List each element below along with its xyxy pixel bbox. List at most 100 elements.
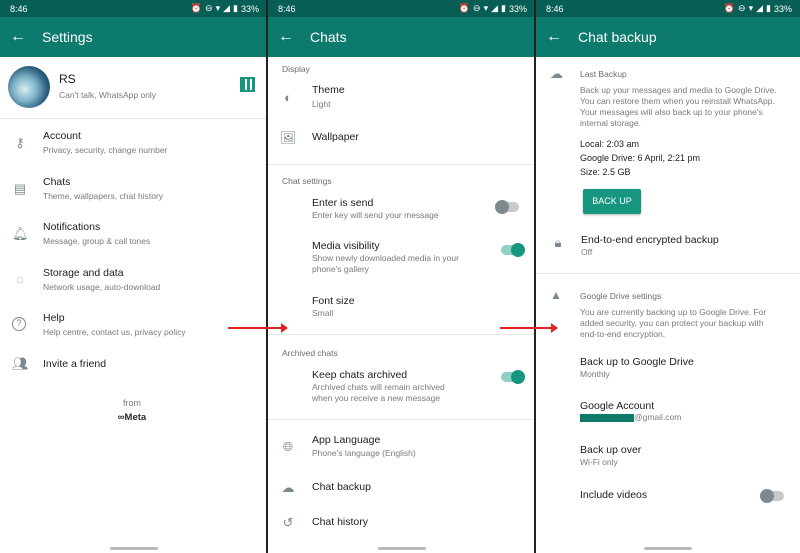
chats-item-enter-send[interactable]: Enter is send Enter key will send your m…: [268, 195, 535, 223]
back-arrow-icon[interactable]: ←: [546, 28, 576, 46]
status-bar: 8:46 ⏰ ⊖ ▾ ◢ ▮ 33%: [0, 0, 267, 17]
divider: [268, 334, 535, 335]
settings-item-invite[interactable]: 👥︎ Invite a friend: [0, 354, 267, 376]
backup-item-google-account[interactable]: Google Account @gmail.com: [536, 398, 800, 426]
signal-icon: ◢: [756, 3, 764, 13]
storage-icon: ◌: [16, 272, 24, 287]
lock-icon: 🔒︎: [554, 235, 562, 250]
divider: [0, 118, 267, 119]
globe-icon: 🌐︎: [282, 439, 294, 454]
annotation-arrow: [500, 323, 558, 333]
status-time: 8:46: [278, 3, 296, 14]
backup-item-include-videos[interactable]: Include videos: [536, 487, 800, 507]
chats-item-chat-backup[interactable]: ☁ Chat backup: [268, 478, 535, 498]
backup-item-network[interactable]: Back up over Wi-Fi only: [536, 442, 800, 470]
status-time: 8:46: [546, 3, 564, 14]
profile-status: Can't talk, WhatsApp only: [59, 90, 157, 100]
backup-description: You can restore them when you reinstall …: [580, 96, 775, 106]
item-label: Font size: [312, 295, 355, 307]
item-label: End-to-end encrypted backup: [581, 234, 719, 246]
item-label: Google Account: [580, 400, 655, 412]
status-bar: 8:46 ⏰ ⊖ ▾ ◢ ▮ 33%: [536, 0, 800, 17]
chats-item-wallpaper[interactable]: 🖼︎ Wallpaper: [268, 128, 535, 148]
item-label: Chat backup: [312, 481, 371, 493]
profile-row[interactable]: RS Can't talk, WhatsApp only: [0, 57, 267, 117]
status-time: 8:46: [10, 3, 28, 14]
profile-name: RS: [59, 72, 76, 86]
settings-item-storage[interactable]: ◌ Storage and data Network usage, auto-d…: [0, 265, 267, 299]
dnd-icon: ⊖: [473, 3, 481, 13]
item-sub: Off: [581, 247, 593, 257]
wifi-icon: ▾: [215, 3, 221, 13]
app-bar: ← Chat backup: [536, 17, 800, 57]
status-bar: 8:46 ⏰ ⊖ ▾ ◢ ▮ 33%: [268, 0, 535, 17]
divider: [268, 164, 535, 165]
section-gdrive-settings: Google Drive settings: [580, 291, 662, 301]
back-up-button[interactable]: BACK UP: [583, 189, 641, 214]
cloud-upload-icon: ☁: [550, 66, 563, 81]
app-bar: ← Settings: [0, 17, 267, 57]
item-sub: Light: [312, 99, 331, 109]
chats-item-font-size[interactable]: Font size Small: [268, 293, 535, 321]
settings-item-label: Invite a friend: [43, 358, 107, 370]
item-sub: Archived chats will remain archived: [312, 382, 445, 392]
chats-item-app-language[interactable]: 🌐︎ App Language Phone's language (Englis…: [268, 432, 535, 460]
meta-logo: ∞Meta: [117, 412, 147, 423]
item-sub: Monthly: [580, 369, 610, 379]
wifi-icon: ▾: [483, 3, 489, 13]
alarm-icon: ⏰: [190, 3, 203, 13]
chats-item-chat-history[interactable]: ↺ Chat history: [268, 513, 535, 533]
page-title: Chats: [310, 29, 347, 45]
settings-item-label: Account: [43, 130, 81, 142]
history-icon: ↺: [282, 515, 294, 530]
back-arrow-icon[interactable]: ←: [10, 28, 40, 46]
keep-archived-toggle[interactable]: [501, 370, 525, 384]
avatar[interactable]: [8, 66, 50, 108]
chats-item-theme[interactable]: ◐ Theme Light: [268, 82, 535, 112]
chats-item-keep-archived[interactable]: Keep chats archived Archived chats will …: [268, 367, 535, 407]
backup-description: Your messages will also back up to your …: [580, 107, 763, 117]
item-label: Include videos: [580, 489, 648, 501]
settings-item-help[interactable]: ? Help Help centre, contact us, privacy …: [0, 310, 267, 344]
gdrive-description: added security, you can protect your bac…: [580, 318, 764, 328]
battery-icon: ▮: [501, 3, 506, 13]
qr-code-icon[interactable]: [240, 77, 255, 92]
settings-item-account[interactable]: ⚷ Account Privacy, security, change numb…: [0, 128, 267, 162]
settings-item-sub: Help centre, contact us, privacy policy: [43, 327, 186, 337]
settings-item-sub: Message, group & call tones: [43, 236, 151, 246]
divider: [268, 419, 535, 420]
item-label: Theme: [312, 84, 345, 96]
settings-item-sub: Network usage, auto-download: [43, 282, 161, 292]
media-visibility-toggle[interactable]: [501, 243, 525, 257]
settings-item-label: Help: [43, 312, 65, 324]
cloud-upload-icon: ☁: [281, 480, 295, 495]
backup-description: internal storage.: [580, 118, 641, 128]
section-chat-settings: Chat settings: [282, 176, 332, 186]
item-sub: Show newly downloaded media in your: [312, 253, 459, 263]
bell-icon: 🔔︎: [12, 226, 29, 241]
back-arrow-icon[interactable]: ←: [278, 28, 308, 46]
settings-item-chats[interactable]: ▤ Chats Theme, wallpapers, chat history: [0, 174, 267, 208]
battery-percent: 33%: [508, 3, 527, 14]
item-label: App Language: [312, 434, 381, 446]
chat-icon: ▤: [13, 181, 27, 196]
chats-item-media-visibility[interactable]: Media visibility Show newly downloaded m…: [268, 238, 535, 278]
settings-screen: 8:46 ⏰ ⊖ ▾ ◢ ▮ 33% ← Settings RS Can't t…: [0, 0, 267, 553]
settings-item-notifications[interactable]: 🔔︎ Notifications Message, group & call t…: [0, 219, 267, 253]
section-display: Display: [282, 64, 310, 74]
backup-item-e2e[interactable]: 🔒︎ End-to-end encrypted backup Off: [536, 232, 800, 260]
alarm-icon: ⏰: [458, 3, 471, 13]
include-videos-toggle[interactable]: [760, 489, 784, 503]
redacted-email-bar: [580, 414, 634, 422]
item-label: Back up to Google Drive: [580, 356, 694, 368]
divider: [536, 273, 800, 274]
annotation-arrow: [228, 323, 288, 333]
enter-send-toggle[interactable]: [495, 200, 519, 214]
backup-item-frequency[interactable]: Back up to Google Drive Monthly: [536, 354, 800, 382]
alarm-icon: ⏰: [723, 3, 736, 13]
signal-icon: ◢: [223, 3, 231, 13]
wallpaper-icon: 🖼︎: [280, 130, 297, 145]
item-label: Enter is send: [312, 197, 374, 209]
page-title: Chat backup: [578, 29, 657, 45]
page-title: Settings: [42, 29, 93, 45]
